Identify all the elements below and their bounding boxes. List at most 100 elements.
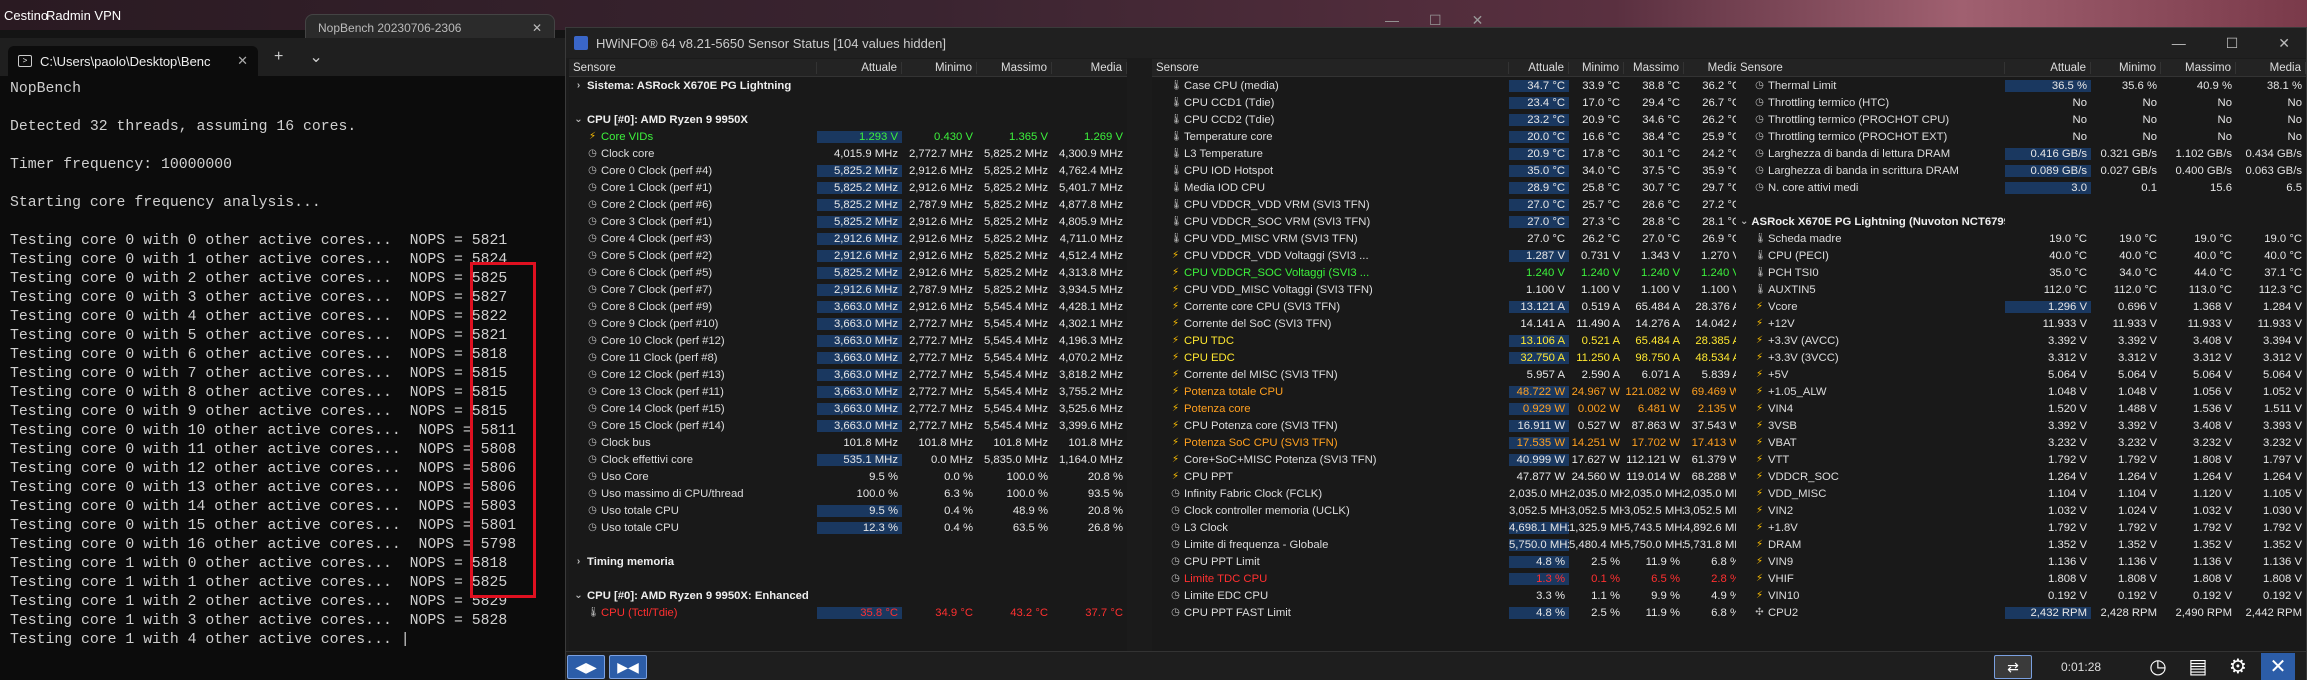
close-icon[interactable]: ✕ xyxy=(2261,653,2295,680)
sensor-row[interactable]: ⚡ VIN9 1.136 V 1.136 V 1.136 V 1.136 V xyxy=(1736,553,2306,570)
network-icon[interactable]: ⇄ xyxy=(1994,655,2032,679)
sensor-row[interactable]: ◷ Uso totale CPU 12.3 % 0.4 % 63.5 % 26.8 % xyxy=(569,519,1127,536)
sensor-row[interactable]: 🌡 L3 Temperature 20.9 °C 17.8 °C 30.1 °C 24.2… xyxy=(1152,145,1744,162)
sensor-row[interactable]: ⚡ Potenza totale CPU 48.722 W 24.967 W 121.0… xyxy=(1152,383,1744,400)
sensor-row[interactable]: ⚡ VIN2 1.032 V 1.024 V 1.032 V 1.030 V xyxy=(1736,502,2306,519)
sensor-row[interactable]: ◷ Throttling termico (HTC) No No No No xyxy=(1736,94,2306,111)
column-header[interactable]: Attuale xyxy=(817,61,902,74)
report-icon[interactable]: ▤ xyxy=(2181,653,2215,680)
sensor-row[interactable]: ⚡ VDDCR_SOC 1.264 V 1.264 V 1.264 V 1.264 V xyxy=(1736,468,2306,485)
sensor-row[interactable]: ◷ Infinity Fabric Clock (FCLK) 2,035.0 MHz… xyxy=(1152,485,1744,502)
desktop-icon-label[interactable]: Cestino xyxy=(4,8,48,23)
sensor-row[interactable]: ◷ Clock bus 101.8 MHz 101.8 MHz 101.8 MHz 101… xyxy=(569,434,1127,451)
maximize-icon[interactable]: ☐ xyxy=(2226,35,2239,52)
sensor-row[interactable]: ⚡ 3VSB 3.392 V 3.392 V 3.408 V 3.393 V xyxy=(1736,417,2306,434)
column-header[interactable]: Massimo xyxy=(977,61,1052,74)
sensor-row[interactable]: ⚡ CPU EDC 32.750 A 11.250 A 98.750 A 48.534 A xyxy=(1152,349,1744,366)
sensor-row[interactable]: 🌡 CPU CCD1 (Tdie) 23.4 °C 17.0 °C 29.4 °C 26.… xyxy=(1152,94,1744,111)
sensor-row[interactable]: ◷ Clock controller memoria (UCLK) 3,052.5 … xyxy=(1152,502,1744,519)
sensor-row[interactable]: ⚡ Vcore 1.296 V 0.696 V 1.368 V 1.284 V xyxy=(1736,298,2306,315)
sensor-row[interactable]: ◷ Larghezza di banda di lettura DRAM 0.416… xyxy=(1736,145,2306,162)
sensor-group-header[interactable]: ⌄ ASRock X670E PG Lightning (Nuvoton NCT6… xyxy=(1736,213,2306,230)
sensor-row[interactable]: ⚡ Potenza core 0.929 W 0.002 W 6.481 W 2.135 … xyxy=(1152,400,1744,417)
sensor-row[interactable]: ⚡ CPU VDDCR_SOC Voltaggi (SVI3 ... 1.240 V… xyxy=(1152,264,1744,281)
sensor-row[interactable]: 🌡 Scheda madre 19.0 °C 19.0 °C 19.0 °C 19.0 °… xyxy=(1736,230,2306,247)
sensor-row[interactable]: ⚡ +12V 11.933 V 11.933 V 11.933 V 11.933 V xyxy=(1736,315,2306,332)
sensor-row[interactable]: 🌡 CPU (PECI) 40.0 °C 40.0 °C 40.0 °C 40.0 °C xyxy=(1736,247,2306,264)
sensor-row[interactable]: 🌡 CPU VDDCR_SOC VRM (SVI3 TFN) 27.0 °C 27.3… xyxy=(1152,213,1744,230)
sensor-row[interactable]: ⚡ VHIF 1.808 V 1.808 V 1.808 V 1.808 V xyxy=(1736,570,2306,587)
sensor-row[interactable]: ◷ Thermal Limit 36.5 % 35.6 % 40.9 % 38.1 % xyxy=(1736,77,2306,94)
sensor-row[interactable]: ◷ Core 10 Clock (perf #12) 3,663.0 MHz 2,77… xyxy=(569,332,1127,349)
sensor-row[interactable]: ◷ Core 13 Clock (perf #11) 3,663.0 MHz 2,77… xyxy=(569,383,1127,400)
sensor-row[interactable]: ◷ L3 Clock 4,698.1 MHz1,325.9 MHz5,743.5 M… xyxy=(1152,519,1744,536)
sensor-row[interactable]: ✣ CPU2 2,432 RPM 2,428 RPM 2,490 RPM 2,442 RP… xyxy=(1736,604,2306,621)
sensor-row[interactable]: ◷ Core 2 Clock (perf #6) 5,825.2 MHz 2,787.… xyxy=(569,196,1127,213)
arrows-in-icon[interactable]: ▶◀ xyxy=(609,655,647,679)
close-tab-icon[interactable]: ✕ xyxy=(237,53,248,69)
sensor-row[interactable]: ◷ Clock effettivi core 535.1 MHz 0.0 MHz 5,8… xyxy=(569,451,1127,468)
sensor-row[interactable]: ⚡ CPU TDC 13.106 A 0.521 A 65.484 A 28.385 A xyxy=(1152,332,1744,349)
sensor-row[interactable]: ◷ Uso Core 9.5 % 0.0 % 100.0 % 20.8 % xyxy=(569,468,1127,485)
sensor-row[interactable]: ◷ Core 9 Clock (perf #10) 3,663.0 MHz 2,772… xyxy=(569,315,1127,332)
sensor-row[interactable]: ⚡ VDD_MISC 1.104 V 1.104 V 1.120 V 1.105 V xyxy=(1736,485,2306,502)
sensor-row[interactable]: ⚡ CPU VDD_MISC Voltaggi (SVI3 TFN) 1.100 V… xyxy=(1152,281,1744,298)
sensor-row[interactable]: ◷ Core 7 Clock (perf #7) 2,912.6 MHz 2,787.… xyxy=(569,281,1127,298)
sensor-row[interactable]: ⚡ CPU PPT 47.877 W 24.560 W 119.014 W 68.288 … xyxy=(1152,468,1744,485)
sensor-row[interactable]: ◷ Core 4 Clock (perf #3) 2,912.6 MHz 2,912.… xyxy=(569,230,1127,247)
sensor-group-header[interactable]: ⌄ CPU [#0]: AMD Ryzen 9 9950X: Enhanced xyxy=(569,587,1127,604)
gear-icon[interactable]: ⚙ xyxy=(2221,653,2255,680)
column-header[interactable]: Media xyxy=(1684,61,1744,74)
column-header[interactable]: Sensore xyxy=(1152,61,1509,74)
clock-reset-icon[interactable]: ◷ xyxy=(2141,653,2175,680)
close-icon[interactable]: ✕ xyxy=(2278,35,2290,52)
sensor-row[interactable]: ⚡ +5V 5.064 V 5.064 V 5.064 V 5.064 V xyxy=(1736,366,2306,383)
sensor-row[interactable]: ◷ CPU PPT FAST Limit 4.8 % 2.5 % 11.9 % 6.8 % xyxy=(1152,604,1744,621)
sensor-group-header[interactable]: › Timing memoria xyxy=(569,553,1127,570)
sensor-row[interactable]: ⚡ VBAT 3.232 V 3.232 V 3.232 V 3.232 V xyxy=(1736,434,2306,451)
sensor-row[interactable]: ◷ Clock core 4,015.9 MHz 2,772.7 MHz 5,825.2… xyxy=(569,145,1127,162)
sensor-row[interactable]: ⚡ DRAM 1.352 V 1.352 V 1.352 V 1.352 V xyxy=(1736,536,2306,553)
sensor-row[interactable]: ◷ Core 12 Clock (perf #13) 3,663.0 MHz 2,77… xyxy=(569,366,1127,383)
new-tab-button[interactable]: + xyxy=(264,48,293,66)
sensor-row[interactable]: ◷ Uso massimo di CPU/thread 100.0 % 6.3 % 10… xyxy=(569,485,1127,502)
desktop-icon-label[interactable]: Radmin VPN xyxy=(46,8,121,23)
column-header[interactable]: Sensore xyxy=(569,61,817,74)
sensor-row[interactable]: ◷ Throttling termico (PROCHOT CPU) No No No N… xyxy=(1736,111,2306,128)
sensor-row[interactable]: ⚡ +1.8V 1.792 V 1.792 V 1.792 V 1.792 V xyxy=(1736,519,2306,536)
sensor-row[interactable]: ◷ Core 0 Clock (perf #4) 5,825.2 MHz 2,912.… xyxy=(569,162,1127,179)
sensor-row[interactable]: ⚡ Potenza SoC CPU (SVI3 TFN) 17.535 W 14.25… xyxy=(1152,434,1744,451)
sensor-row[interactable]: 🌡 AUXTIN5 112.0 °C 112.0 °C 113.0 °C 112.3 °C xyxy=(1736,281,2306,298)
sensor-row[interactable]: ◷ Larghezza di banda in scrittura DRAM 0.0… xyxy=(1736,162,2306,179)
sensor-row[interactable]: ◷ Core 8 Clock (perf #9) 3,663.0 MHz 2,912.… xyxy=(569,298,1127,315)
close-icon[interactable]: ✕ xyxy=(532,21,542,35)
column-header[interactable]: Attuale xyxy=(2005,61,2091,74)
sensor-row[interactable]: 🌡 CPU IOD Hotspot 35.0 °C 34.0 °C 37.5 °C 35.… xyxy=(1152,162,1744,179)
sensor-group-header[interactable]: ⌄ CPU [#0]: AMD Ryzen 9 9950X xyxy=(569,111,1127,128)
sensor-row[interactable]: ◷ Core 1 Clock (perf #1) 5,825.2 MHz 2,912.… xyxy=(569,179,1127,196)
column-header[interactable]: Massimo xyxy=(1624,61,1684,74)
sensor-row[interactable]: ⚡ CPU Potenza core (SVI3 TFN) 16.911 W 0.52… xyxy=(1152,417,1744,434)
column-header[interactable]: Attuale xyxy=(1509,61,1569,74)
sensor-row[interactable]: ⚡ Core VIDs 1.293 V 0.430 V 1.365 V 1.269 V xyxy=(569,128,1127,145)
sensor-row[interactable]: ◷ Limite EDC CPU 3.3 % 1.1 % 9.9 % 4.9 % xyxy=(1152,587,1744,604)
sensor-group-header[interactable]: › Sistema: ASRock X670E PG Lightning xyxy=(569,77,1127,94)
sensor-row[interactable]: 🌡 CPU CCD2 (Tdie) 23.2 °C 20.9 °C 34.6 °C 26.… xyxy=(1152,111,1744,128)
sensor-row[interactable]: ◷ Core 14 Clock (perf #15) 3,663.0 MHz 2,77… xyxy=(569,400,1127,417)
column-header[interactable]: Minimo xyxy=(1569,61,1624,74)
sensor-row[interactable]: ⚡ Corrente del MISC (SVI3 TFN) 5.957 A 2.59… xyxy=(1152,366,1744,383)
sensor-row[interactable]: ⚡ VIN4 1.520 V 1.488 V 1.536 V 1.511 V xyxy=(1736,400,2306,417)
column-header[interactable]: Minimo xyxy=(902,61,977,74)
sensor-row[interactable]: ◷ Core 3 Clock (perf #1) 5,825.2 MHz 2,912.… xyxy=(569,213,1127,230)
column-header[interactable]: Media xyxy=(1052,61,1127,74)
arrows-left-right-icon[interactable]: ◀▶ xyxy=(567,655,605,679)
sensor-row[interactable]: 🌡 Case CPU (media) 34.7 °C 33.9 °C 38.8 °C 36… xyxy=(1152,77,1744,94)
sensor-row[interactable]: ◷ Limite di frequenza - Globale 5,750.0 MH… xyxy=(1152,536,1744,553)
sensor-row[interactable]: ◷ Throttling termico (PROCHOT EXT) No No No N… xyxy=(1736,128,2306,145)
minimize-icon[interactable]: — xyxy=(2172,35,2186,52)
column-header[interactable]: Massimo xyxy=(2161,61,2236,74)
sensor-row[interactable]: ◷ Core 15 Clock (perf #14) 3,663.0 MHz 2,77… xyxy=(569,417,1127,434)
sensor-row[interactable]: ◷ Core 11 Clock (perf #8) 3,663.0 MHz 2,772… xyxy=(569,349,1127,366)
sensor-row[interactable]: ◷ N. core attivi medi 3.0 0.1 15.6 6.5 xyxy=(1736,179,2306,196)
sensor-row[interactable]: ⚡ VIN10 0.192 V 0.192 V 0.192 V 0.192 V xyxy=(1736,587,2306,604)
